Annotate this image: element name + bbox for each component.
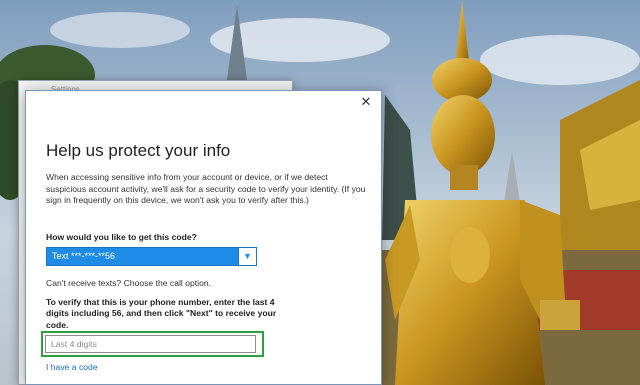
method-question-label: How would you like to get this code? xyxy=(46,232,197,242)
verification-method-select[interactable]: Text ***-***-**56 ▼ xyxy=(46,247,257,266)
close-icon: ✕ xyxy=(360,94,372,109)
verification-method-value: Text ***-***-**56 xyxy=(52,251,116,261)
description-text: When accessing sensitive info from your … xyxy=(46,172,366,206)
chevron-down-icon[interactable]: ▼ xyxy=(238,248,256,265)
verify-identity-dialog: ✕ Help us protect your info When accessi… xyxy=(25,90,382,385)
call-option-hint: Can't receive texts? Choose the call opt… xyxy=(46,278,212,288)
verify-instructions: To verify that this is your phone number… xyxy=(46,297,277,330)
close-button[interactable]: ✕ xyxy=(357,94,375,110)
have-code-link[interactable]: I have a code xyxy=(46,362,98,372)
page-title: Help us protect your info xyxy=(46,141,231,160)
last-4-digits-input[interactable] xyxy=(45,335,256,353)
